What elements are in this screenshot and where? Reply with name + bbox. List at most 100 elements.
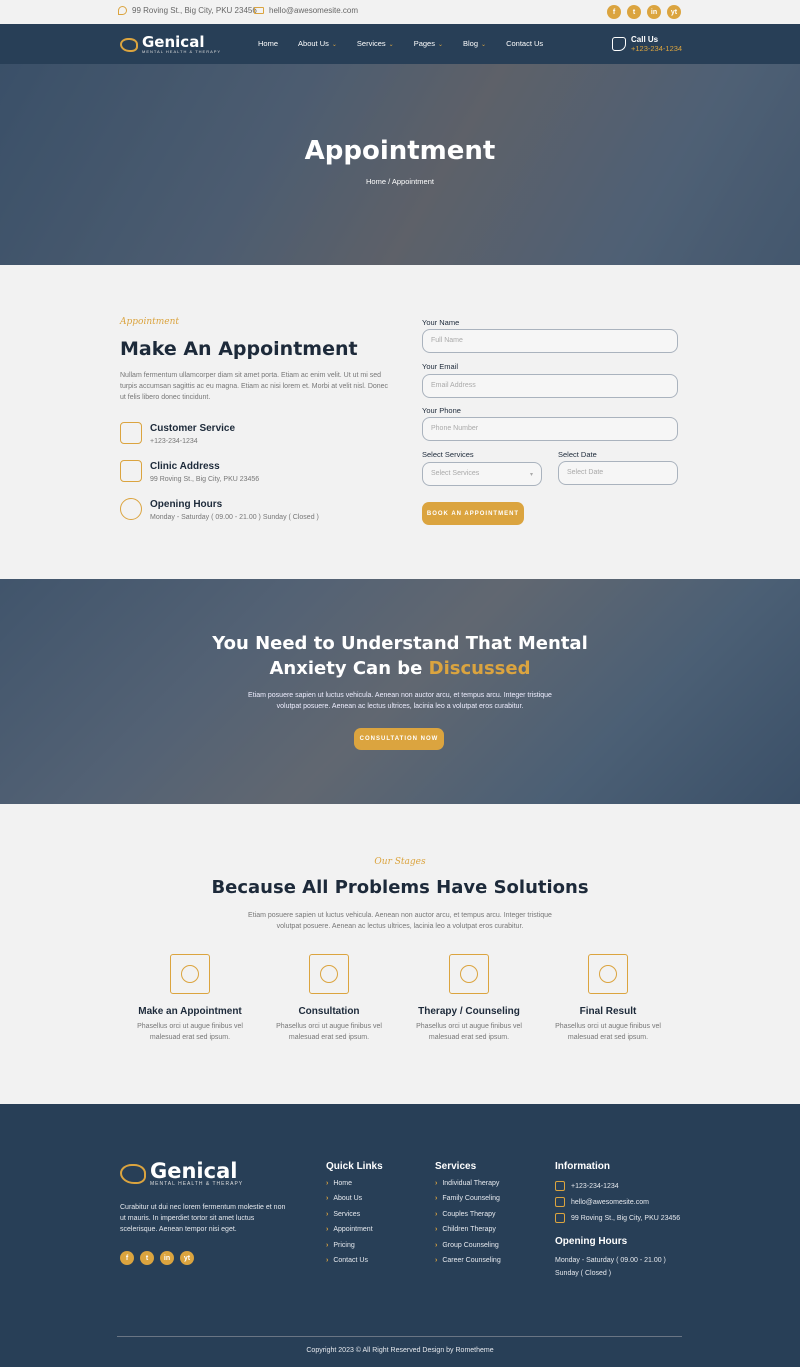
- stage-title: Make an Appointment: [138, 1006, 242, 1017]
- services-title: Services: [435, 1161, 477, 1172]
- youtube-icon[interactable]: yt: [180, 1251, 194, 1265]
- nav-services[interactable]: Services ⌄: [357, 39, 394, 48]
- nav-contact[interactable]: Contact Us: [506, 39, 543, 48]
- footer-link[interactable]: › Children Therapy: [435, 1226, 501, 1241]
- chevron-down-icon: ▾: [529, 472, 533, 478]
- phone-field[interactable]: Phone Number: [422, 417, 678, 441]
- footer-email[interactable]: hello@awesomesite.com: [555, 1197, 649, 1207]
- footer-link[interactable]: › Appointment: [326, 1226, 373, 1241]
- instagram-icon[interactable]: in: [647, 5, 661, 19]
- date-label: Select Date: [558, 450, 597, 459]
- section-title: Make An Appointment: [120, 338, 358, 360]
- brain-logo-icon: [120, 37, 138, 52]
- twitter-icon[interactable]: t: [140, 1251, 154, 1265]
- chevron-right-icon: ›: [435, 1226, 438, 1234]
- call-us[interactable]: Call Us +123-234-1234: [612, 35, 682, 53]
- main-nav: Genical MENTAL HEALTH & THERAPY Home Abo…: [0, 24, 800, 64]
- stage-text: Phasellus orci ut augue finibus vel male…: [276, 1023, 382, 1041]
- appointment-note-icon: [170, 954, 210, 994]
- stage-text: Phasellus orci ut augue finibus vel male…: [416, 1023, 522, 1041]
- brain-logo-icon: [120, 1164, 146, 1184]
- building-icon: [120, 460, 142, 482]
- name-label: Your Name: [422, 318, 460, 327]
- footer-link[interactable]: › About Us: [326, 1195, 373, 1210]
- stage-title: Final Result: [579, 1006, 637, 1017]
- hero-banner: Appointment Home / Appointment: [0, 64, 800, 265]
- footer-logo[interactable]: Genical MENTAL HEALTH & THERAPY: [120, 1161, 243, 1187]
- top-bar: 99 Roving St., Big City, PKU 23456 hello…: [0, 0, 800, 24]
- info-text: 99 Roving St., Big City, PKU 23456: [150, 476, 260, 483]
- topbar-email[interactable]: hello@awesomesite.com: [254, 6, 358, 15]
- chevron-right-icon: ›: [326, 1241, 329, 1249]
- footer-hours: Monday - Saturday ( 09.00 - 21.00 ) Sund…: [555, 1254, 666, 1280]
- chevron-right-icon: ›: [326, 1256, 329, 1264]
- stage-text: Phasellus orci ut augue finibus vel male…: [137, 1023, 243, 1041]
- topbar-social: f t in yt: [607, 5, 681, 19]
- cta-title-line2: Anxiety Can be: [269, 658, 429, 679]
- brand-name: Genical: [142, 33, 205, 51]
- stage-item: Therapy / Counseling Phasellus orci ut a…: [399, 954, 539, 1043]
- brand-tagline: MENTAL HEALTH & THERAPY: [142, 49, 222, 54]
- book-appointment-button[interactable]: BOOK AN APPOINTMENT: [422, 502, 524, 525]
- therapy-focus-icon: [449, 954, 489, 994]
- brand-name: Genical: [150, 1159, 238, 1183]
- footer-social: f t in yt: [120, 1251, 194, 1265]
- quick-links-list: › Home › About Us › Services › Appointment ›…: [326, 1180, 373, 1272]
- footer-link[interactable]: › Pricing: [326, 1242, 373, 1257]
- mail-icon: [555, 1197, 565, 1207]
- breadcrumb[interactable]: Home / Appointment: [0, 177, 800, 186]
- location-icon: [555, 1213, 565, 1223]
- instagram-icon[interactable]: in: [160, 1251, 174, 1265]
- services-select[interactable]: Select Services ▾: [422, 462, 542, 486]
- phone-icon: [555, 1181, 565, 1191]
- chevron-down-icon: ⌄: [388, 42, 394, 48]
- information-title: Information: [555, 1161, 610, 1172]
- footer-link[interactable]: › Services: [326, 1211, 373, 1226]
- footer-divider: [117, 1336, 682, 1337]
- hours-line: Sunday ( Closed ): [555, 1270, 612, 1277]
- facebook-icon[interactable]: f: [120, 1251, 134, 1265]
- footer-link[interactable]: › Contact Us: [326, 1257, 373, 1272]
- call-us-label: Call Us: [631, 35, 659, 44]
- facebook-icon[interactable]: f: [607, 5, 621, 19]
- section-label: Appointment: [120, 317, 180, 327]
- stage-item: Consultation Phasellus orci ut augue fin…: [259, 954, 399, 1043]
- section-description: Nullam fermentum ullamcorper diam sit am…: [120, 372, 389, 401]
- chevron-right-icon: ›: [326, 1210, 329, 1218]
- call-us-number[interactable]: +123-234-1234: [631, 44, 682, 53]
- location-icon: [118, 6, 127, 15]
- footer-link[interactable]: › Couples Therapy: [435, 1211, 501, 1226]
- phone-icon: [612, 37, 626, 51]
- nav-home[interactable]: Home: [258, 39, 278, 48]
- date-field[interactable]: Select Date: [558, 461, 678, 485]
- info-customer-service: Customer Service +123-234-1234: [120, 422, 235, 445]
- twitter-icon[interactable]: t: [627, 5, 641, 19]
- topbar-address: 99 Roving St., Big City, PKU 23456: [118, 6, 257, 15]
- youtube-icon[interactable]: yt: [667, 5, 681, 19]
- footer-phone[interactable]: +123-234-1234: [555, 1181, 619, 1191]
- nav-blog[interactable]: Blog ⌄: [463, 39, 486, 48]
- footer-link[interactable]: › Group Counseling: [435, 1242, 501, 1257]
- footer-link[interactable]: › Career Counseling: [435, 1257, 501, 1272]
- footer-link[interactable]: › Individual Therapy: [435, 1180, 501, 1195]
- info-clinic-address: Clinic Address 99 Roving St., Big City, P…: [120, 460, 259, 483]
- stage-item: Final Result Phasellus orci ut augue fin…: [538, 954, 678, 1043]
- nav-pages[interactable]: Pages ⌄: [414, 39, 443, 48]
- nav-menu: Home About Us ⌄ Services ⌄ Pages ⌄ Blog ⌄ Co…: [258, 39, 543, 48]
- nav-about[interactable]: About Us ⌄: [298, 39, 337, 48]
- email-field[interactable]: Email Address: [422, 374, 678, 398]
- page-title: Appointment: [304, 136, 496, 166]
- stage-title: Consultation: [298, 1006, 360, 1017]
- copyright: Copyright 2023 © All Right Reserved Desi…: [306, 1347, 494, 1354]
- chevron-right-icon: ›: [435, 1210, 438, 1218]
- info-opening-hours: Opening Hours Monday - Saturday ( 09.00 -…: [120, 498, 319, 521]
- logo[interactable]: Genical MENTAL HEALTH & THERAPY: [120, 35, 221, 54]
- chevron-down-icon: ⌄: [331, 42, 337, 48]
- name-field[interactable]: Full Name: [422, 329, 678, 353]
- footer-link[interactable]: › Family Counseling: [435, 1195, 501, 1210]
- consultation-button[interactable]: CONSULTATION NOW: [354, 728, 444, 750]
- email-label: Your Email: [422, 362, 458, 371]
- cta-title: You Need to Understand That Mental Anxie…: [0, 631, 800, 681]
- cta-title-line1: You Need to Understand That Mental: [212, 633, 588, 654]
- footer-link[interactable]: › Home: [326, 1180, 373, 1195]
